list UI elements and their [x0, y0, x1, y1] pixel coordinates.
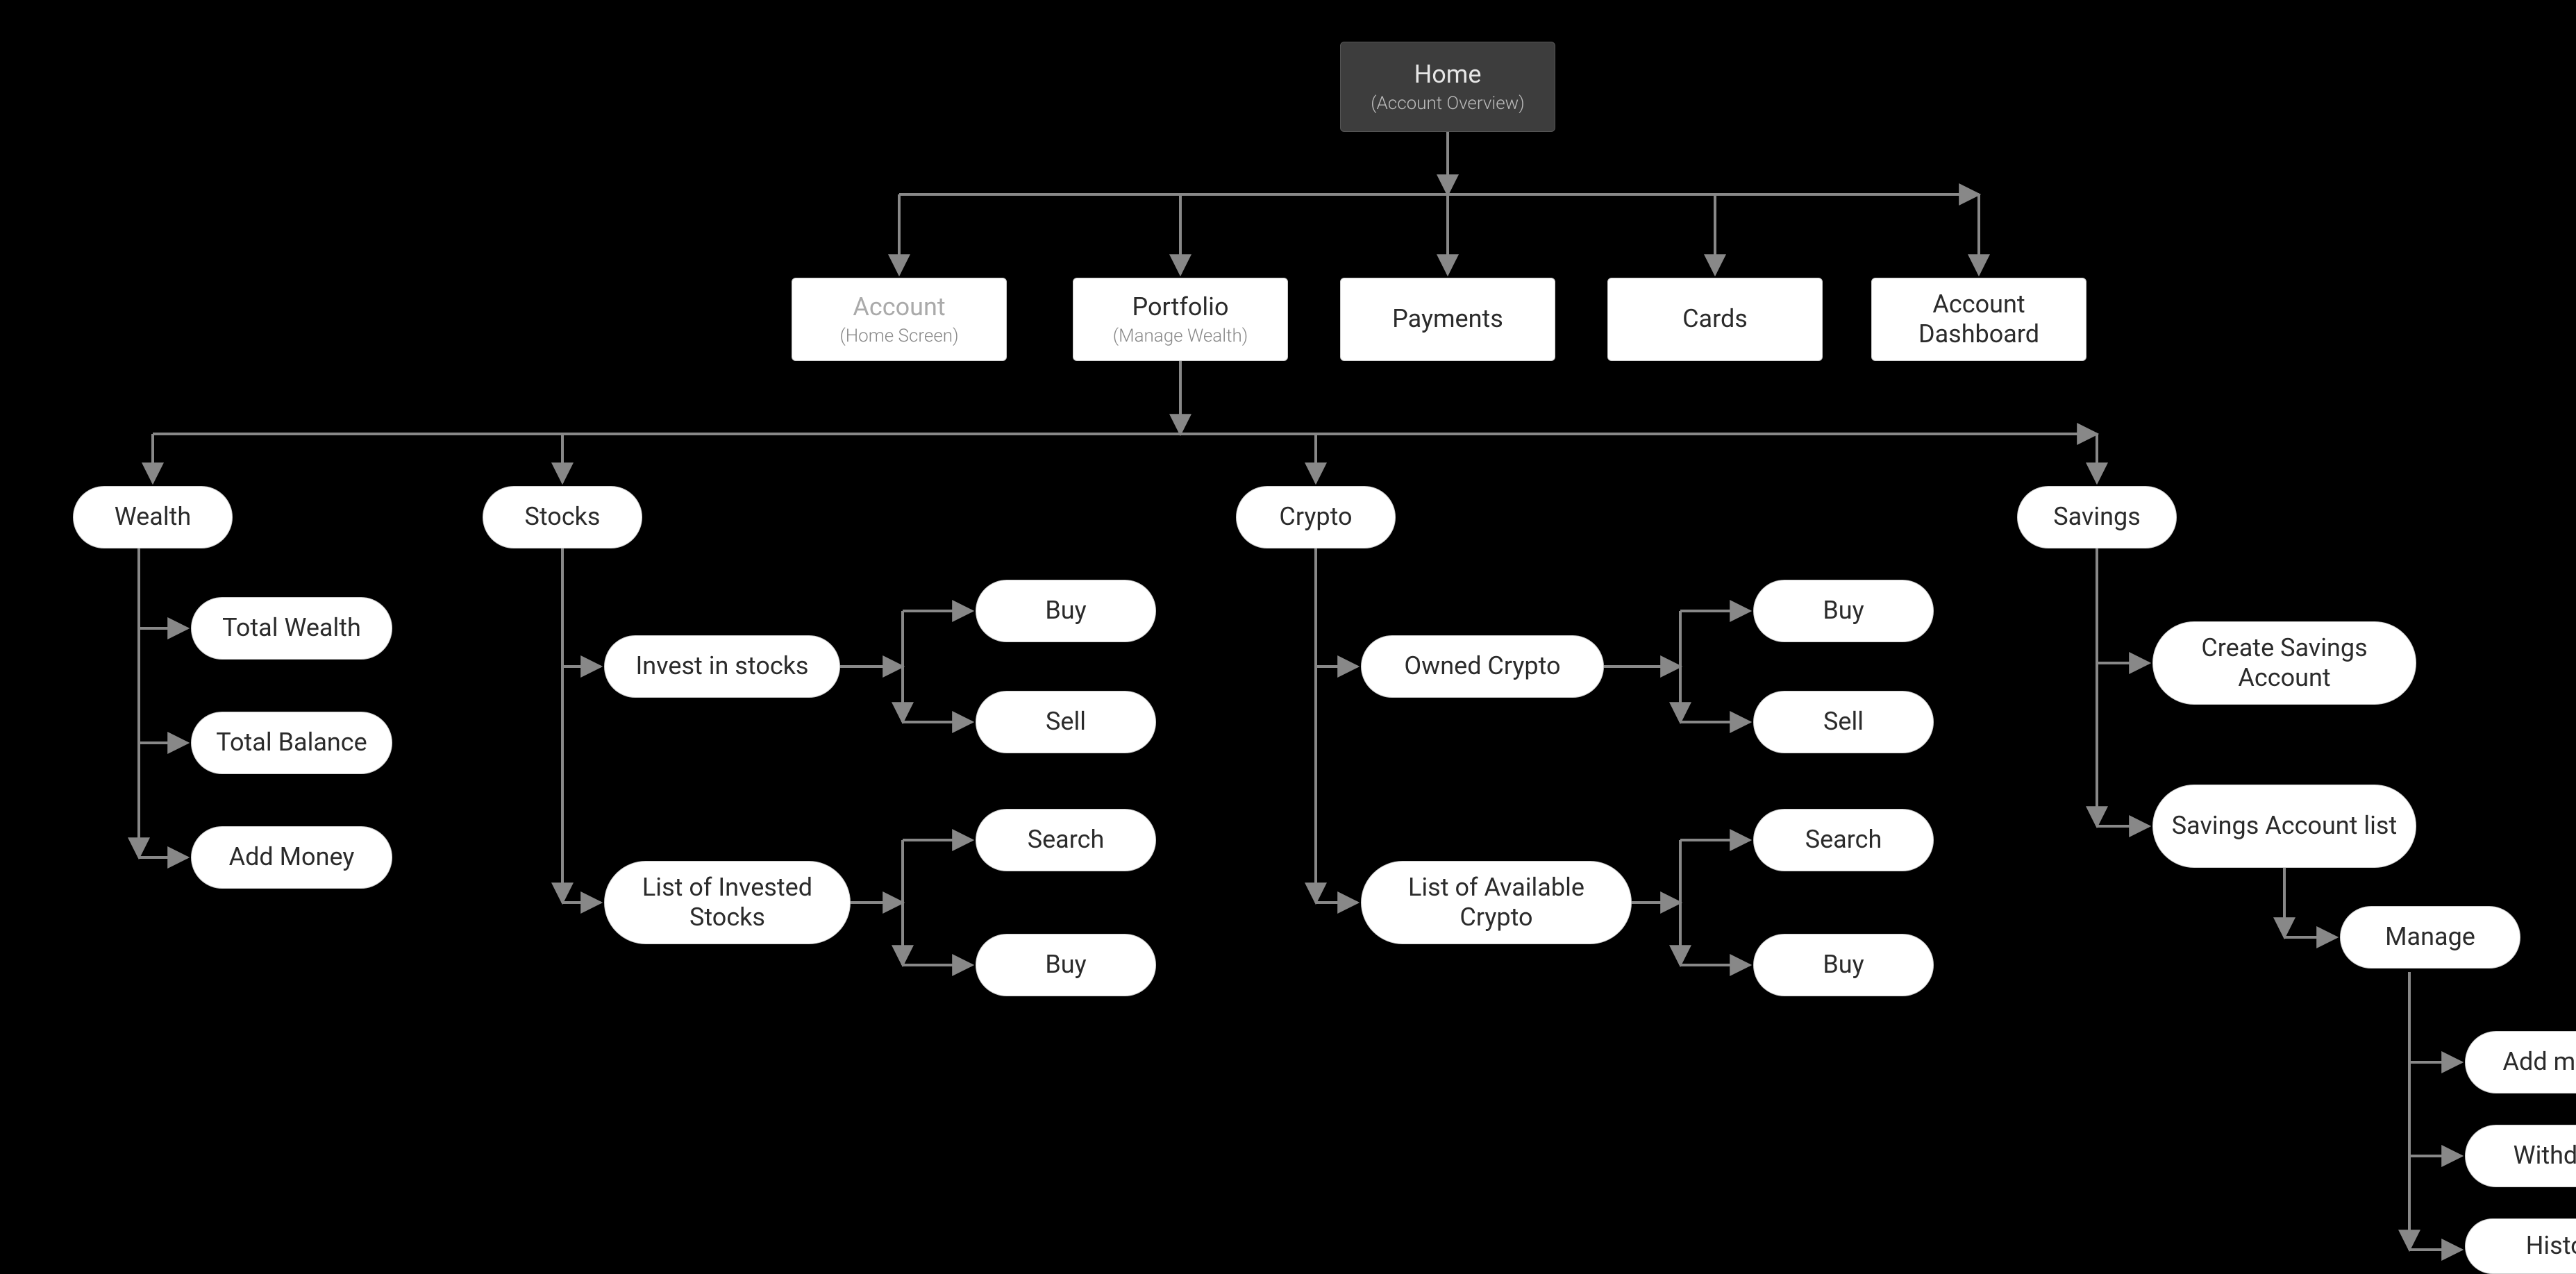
node-home-subtitle: (Account Overview)	[1371, 93, 1524, 114]
node-savings-history-title: History	[2526, 1231, 2576, 1261]
node-wealth: Wealth	[73, 486, 233, 548]
node-manage-title: Manage	[2385, 922, 2475, 952]
node-savings-withdraw-title: Withdraw	[2514, 1141, 2576, 1171]
node-crypto-search-title: Search	[1805, 825, 1882, 855]
node-portfolio: Portfolio (Manage Wealth)	[1073, 278, 1288, 361]
node-crypto: Crypto	[1236, 486, 1396, 548]
node-owned-crypto: Owned Crypto	[1361, 635, 1604, 698]
node-savings-title: Savings	[2053, 502, 2141, 532]
node-account-subtitle: (Home Screen)	[839, 326, 958, 346]
node-home: Home (Account Overview)	[1340, 42, 1555, 132]
node-cards: Cards	[1607, 278, 1823, 361]
node-home-title: Home	[1414, 60, 1482, 90]
node-stocks-buy2: Buy	[976, 934, 1156, 996]
node-stocks-buy2-title: Buy	[1045, 950, 1086, 980]
node-portfolio-title: Portfolio	[1132, 292, 1229, 322]
node-list-invested-stocks: List of Invested Stocks	[604, 861, 851, 944]
node-portfolio-subtitle: (Manage Wealth)	[1113, 326, 1248, 346]
node-crypto-buy-title: Buy	[1823, 596, 1864, 626]
node-savings-account-list: Savings Account list	[2152, 785, 2416, 868]
node-invest-stocks: Invest in stocks	[604, 635, 840, 698]
node-savings-account-list-title: Savings Account list	[2172, 811, 2398, 841]
node-stocks-sell: Sell	[976, 691, 1156, 753]
node-account-title: Account	[853, 292, 945, 322]
node-stocks-search: Search	[976, 809, 1156, 871]
node-crypto-sell-title: Sell	[1823, 707, 1864, 737]
sitemap-diagram: Home (Account Overview) Account (Home Sc…	[0, 0, 2576, 1261]
node-total-balance-title: Total Balance	[216, 728, 367, 757]
node-savings-history: History	[2465, 1218, 2576, 1274]
node-crypto-title: Crypto	[1279, 502, 1352, 532]
node-owned-crypto-title: Owned Crypto	[1404, 651, 1560, 681]
node-list-available-crypto: List of Available Crypto	[1361, 861, 1632, 944]
node-savings-add-money-title: Add money	[2503, 1047, 2576, 1077]
node-total-wealth-title: Total Wealth	[222, 613, 361, 643]
node-add-money-title: Add Money	[229, 842, 355, 872]
node-savings-add-money: Add money	[2465, 1031, 2576, 1093]
node-total-balance: Total Balance	[191, 712, 392, 774]
node-account-dashboard-title: Account Dashboard	[1889, 290, 2069, 349]
node-crypto-buy2: Buy	[1753, 934, 1934, 996]
node-account-dashboard: Account Dashboard	[1871, 278, 2086, 361]
node-crypto-buy2-title: Buy	[1823, 950, 1864, 980]
node-account: Account (Home Screen)	[792, 278, 1007, 361]
node-add-money: Add Money	[191, 826, 392, 889]
node-wealth-title: Wealth	[115, 502, 191, 532]
node-list-invested-stocks-title: List of Invested Stocks	[621, 873, 833, 932]
node-savings-withdraw: Withdraw	[2465, 1125, 2576, 1187]
node-payments: Payments	[1340, 278, 1555, 361]
node-stocks-search-title: Search	[1028, 825, 1105, 855]
node-payments-title: Payments	[1392, 304, 1503, 334]
node-stocks-buy-title: Buy	[1045, 596, 1086, 626]
node-savings: Savings	[2017, 486, 2177, 548]
node-list-available-crypto-title: List of Available Crypto	[1378, 873, 1614, 932]
node-crypto-sell: Sell	[1753, 691, 1934, 753]
node-crypto-buy: Buy	[1753, 580, 1934, 642]
node-create-savings-title: Create Savings Account	[2170, 633, 2399, 693]
node-crypto-search: Search	[1753, 809, 1934, 871]
node-cards-title: Cards	[1682, 304, 1748, 334]
node-total-wealth: Total Wealth	[191, 597, 392, 660]
node-invest-stocks-title: Invest in stocks	[635, 651, 808, 681]
node-stocks-sell-title: Sell	[1046, 707, 1086, 737]
node-manage: Manage	[2340, 906, 2520, 969]
node-stocks-buy: Buy	[976, 580, 1156, 642]
node-stocks: Stocks	[483, 486, 642, 548]
node-stocks-title: Stocks	[524, 502, 600, 532]
node-create-savings: Create Savings Account	[2152, 621, 2416, 705]
